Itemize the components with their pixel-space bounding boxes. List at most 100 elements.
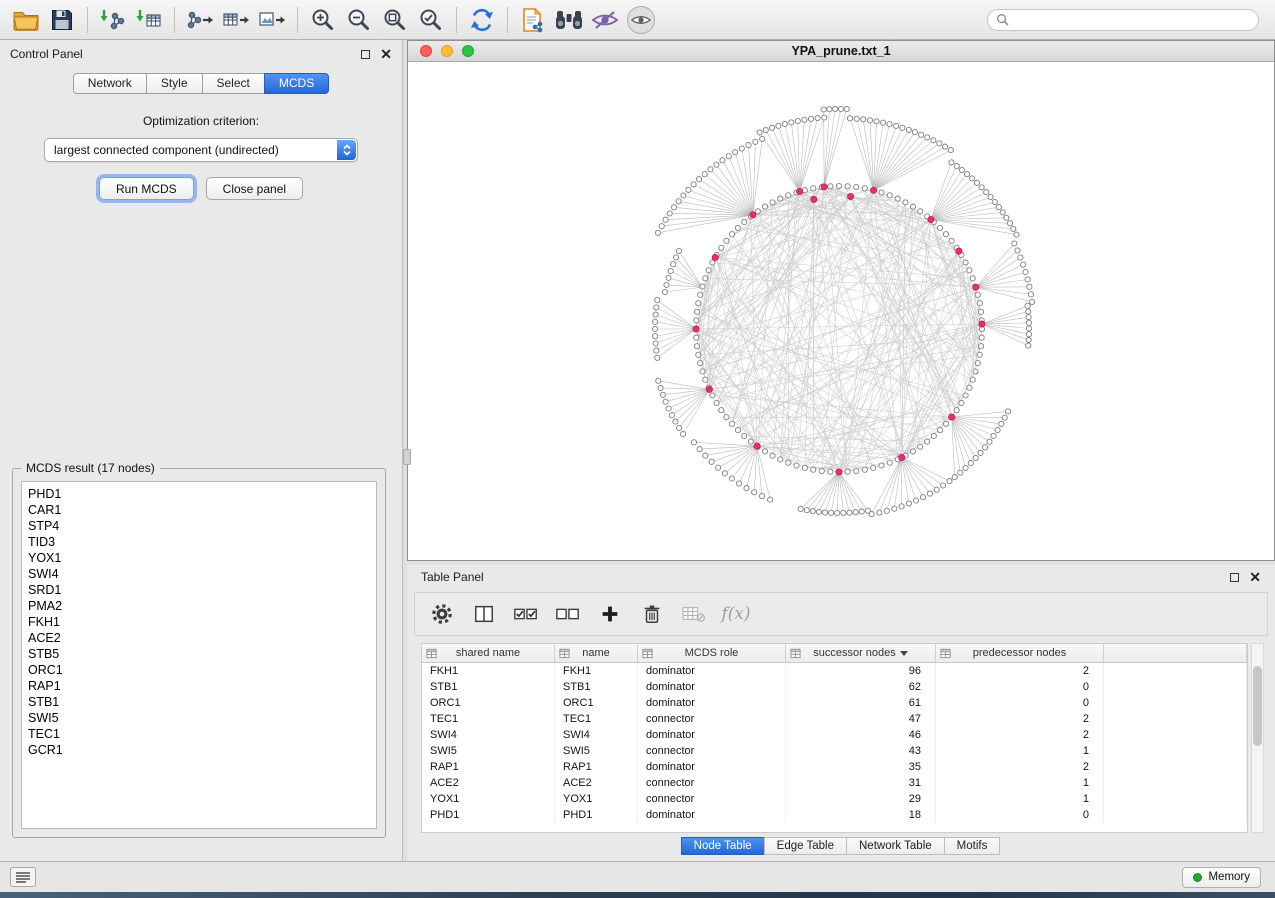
zoom-selected-button[interactable] [413, 3, 449, 37]
table-cell[interactable]: 35 [786, 759, 936, 775]
mcds-result-item[interactable]: ACE2 [22, 630, 376, 646]
column-header-predecessor-nodes[interactable]: predecessor nodes [936, 644, 1104, 662]
table-cell[interactable]: dominator [638, 695, 786, 711]
tab-motifs[interactable]: Motifs [944, 837, 1001, 855]
tab-network[interactable]: Network [73, 73, 147, 94]
hide-selected-button[interactable] [587, 3, 623, 37]
table-cell[interactable]: ACE2 [422, 775, 555, 791]
table-cell[interactable]: SWI5 [555, 743, 638, 759]
delete-column-button[interactable] [639, 601, 665, 627]
table-cell[interactable]: dominator [638, 807, 786, 823]
delete-table-button[interactable] [681, 601, 707, 627]
mcds-result-item[interactable]: ORC1 [22, 662, 376, 678]
table-row[interactable]: YOX1YOX1connector291 [422, 791, 1247, 807]
table-cell[interactable]: dominator [638, 727, 786, 743]
mcds-result-item[interactable]: STB1 [22, 694, 376, 710]
table-row[interactable]: ORC1ORC1dominator610 [422, 695, 1247, 711]
mcds-result-item[interactable]: STB5 [22, 646, 376, 662]
table-cell[interactable]: 18 [786, 807, 936, 823]
task-history-button[interactable] [10, 867, 36, 887]
optimization-criterion-select[interactable]: largest connected component (undirected) [44, 138, 358, 162]
mcds-result-item[interactable]: SRD1 [22, 582, 376, 598]
add-column-button[interactable] [597, 601, 623, 627]
mcds-result-list[interactable]: PHD1CAR1STP4TID3YOX1SWI4SRD1PMA2FKH1ACE2… [21, 481, 377, 829]
table-row[interactable]: TEC1TEC1connector472 [422, 711, 1247, 727]
save-session-button[interactable] [44, 3, 80, 37]
import-table-button[interactable] [131, 3, 167, 37]
table-cell[interactable]: 0 [936, 807, 1104, 823]
network-window-titlebar[interactable]: YPA_prune.txt_1 [408, 41, 1274, 62]
vertical-splitter-handle[interactable] [403, 449, 411, 465]
table-row[interactable]: STB1STB1dominator620 [422, 679, 1247, 695]
table-cell[interactable]: connector [638, 743, 786, 759]
table-cell[interactable]: 2 [936, 727, 1104, 743]
mcds-result-item[interactable]: FKH1 [22, 614, 376, 630]
tab-edge-table[interactable]: Edge Table [764, 837, 847, 855]
deselect-all-columns-button[interactable] [555, 601, 581, 627]
table-cell[interactable]: 96 [786, 663, 936, 679]
mcds-result-item[interactable]: RAP1 [22, 678, 376, 694]
table-cell[interactable]: 43 [786, 743, 936, 759]
tab-network-table[interactable]: Network Table [846, 837, 945, 855]
mcds-result-item[interactable]: TID3 [22, 534, 376, 550]
table-cell[interactable]: ORC1 [555, 695, 638, 711]
table-cell[interactable]: connector [638, 791, 786, 807]
table-cell[interactable]: 47 [786, 711, 936, 727]
open-session-document-button[interactable] [515, 3, 551, 37]
table-scrollbar[interactable] [1251, 643, 1264, 833]
column-header-mcds-role[interactable]: MCDS role [638, 644, 786, 662]
function-builder-button[interactable]: f(x) [723, 601, 749, 627]
table-cell[interactable]: SWI5 [422, 743, 555, 759]
mcds-result-item[interactable]: SWI5 [22, 710, 376, 726]
table-cell[interactable]: 2 [936, 711, 1104, 727]
table-cell[interactable]: 0 [936, 679, 1104, 695]
table-cell[interactable]: 1 [936, 775, 1104, 791]
table-cell[interactable]: ACE2 [555, 775, 638, 791]
tab-select[interactable]: Select [202, 73, 265, 94]
tab-node-table[interactable]: Node Table [681, 837, 765, 855]
close-panel-button[interactable]: Close panel [206, 177, 303, 200]
table-row[interactable]: SWI4SWI4dominator462 [422, 727, 1247, 743]
close-panel-icon[interactable]: ✕ [380, 49, 392, 59]
table-cell[interactable]: TEC1 [555, 711, 638, 727]
mcds-result-item[interactable]: TEC1 [22, 726, 376, 742]
network-svg[interactable] [408, 62, 1275, 562]
table-cell[interactable]: PHD1 [422, 807, 555, 823]
table-cell[interactable]: RAP1 [422, 759, 555, 775]
column-header-successor-nodes[interactable]: successor nodes [786, 644, 936, 662]
zoom-in-button[interactable] [305, 3, 341, 37]
table-cell[interactable]: 31 [786, 775, 936, 791]
table-cell[interactable]: STB1 [555, 679, 638, 695]
table-cell[interactable]: FKH1 [555, 663, 638, 679]
run-mcds-button[interactable]: Run MCDS [99, 177, 194, 200]
tab-mcds[interactable]: MCDS [264, 73, 329, 94]
tab-style[interactable]: Style [146, 73, 203, 94]
import-network-button[interactable] [95, 3, 131, 37]
export-image-button[interactable] [254, 3, 290, 37]
table-cell[interactable]: dominator [638, 679, 786, 695]
column-header-shared-name[interactable]: shared name [422, 644, 555, 662]
table-cell[interactable]: connector [638, 711, 786, 727]
table-cell[interactable]: SWI4 [422, 727, 555, 743]
export-table-button[interactable] [218, 3, 254, 37]
mcds-result-item[interactable]: CAR1 [22, 502, 376, 518]
table-cell[interactable]: 29 [786, 791, 936, 807]
table-cell[interactable]: SWI4 [555, 727, 638, 743]
table-cell[interactable]: 2 [936, 759, 1104, 775]
table-cell[interactable]: PHD1 [555, 807, 638, 823]
mcds-result-item[interactable]: PHD1 [22, 486, 376, 502]
table-row[interactable]: SWI5SWI5connector431 [422, 743, 1247, 759]
table-cell[interactable]: STB1 [422, 679, 555, 695]
mcds-result-item[interactable]: PMA2 [22, 598, 376, 614]
table-cell[interactable]: YOX1 [422, 791, 555, 807]
table-cell[interactable]: dominator [638, 663, 786, 679]
mcds-result-item[interactable]: YOX1 [22, 550, 376, 566]
column-header-name[interactable]: name [555, 644, 638, 662]
memory-button[interactable]: Memory [1182, 867, 1261, 888]
table-row[interactable]: RAP1RAP1dominator352 [422, 759, 1247, 775]
table-cell[interactable]: 46 [786, 727, 936, 743]
table-cell[interactable]: 2 [936, 663, 1104, 679]
table-cell[interactable]: 61 [786, 695, 936, 711]
open-file-button[interactable] [8, 3, 44, 37]
zoom-out-button[interactable] [341, 3, 377, 37]
